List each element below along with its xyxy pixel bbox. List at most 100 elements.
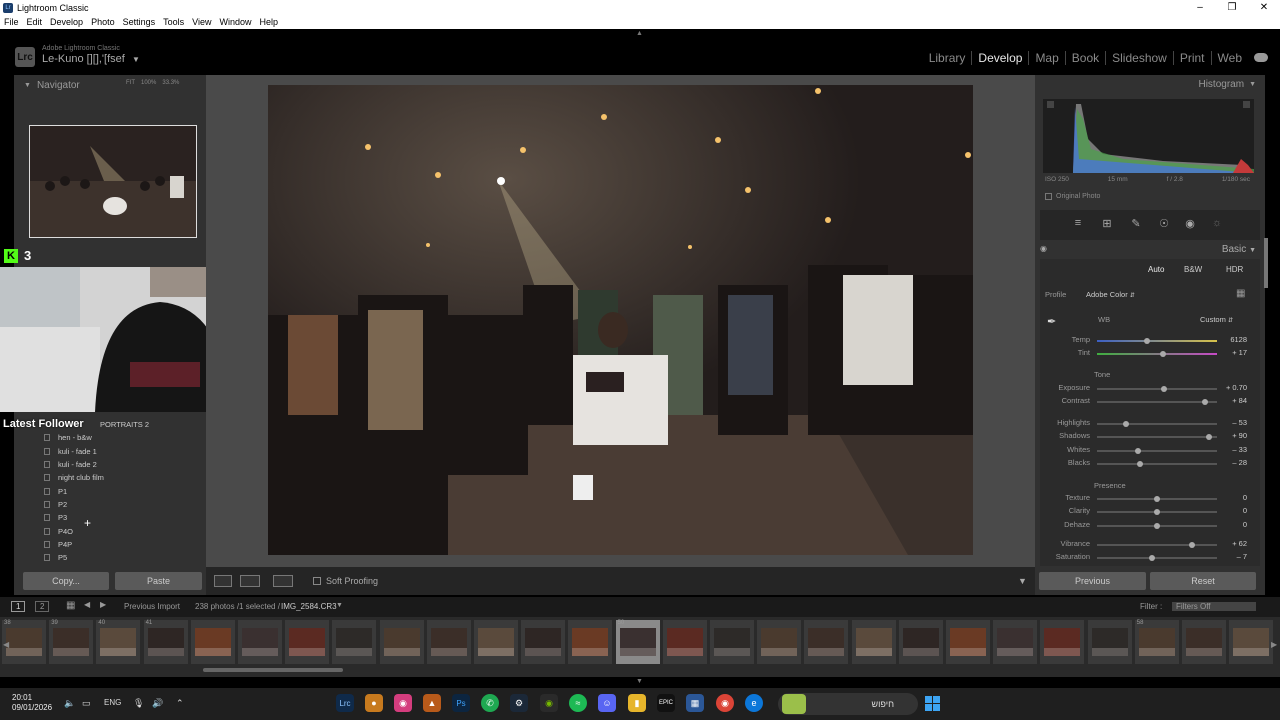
slider-knob[interactable] (1188, 542, 1195, 548)
menu-develop[interactable]: Develop (50, 17, 83, 27)
filter-dropdown[interactable]: Filters Off (1172, 602, 1256, 611)
filmstrip-thumbnail[interactable] (190, 620, 235, 664)
wb-dropdown[interactable]: Custom ⇵ (1200, 315, 1233, 324)
original-photo-checkbox[interactable] (1045, 193, 1052, 200)
filmstrip-thumbnail[interactable] (1087, 620, 1132, 664)
slider-value-texture[interactable]: 0 (1217, 493, 1247, 502)
spotify-taskbar-icon[interactable]: ≈ (569, 694, 587, 712)
filmstrip-thumbnail[interactable] (662, 620, 707, 664)
language-indicator[interactable]: ENG (104, 698, 121, 707)
source-label[interactable]: Previous Import (124, 602, 180, 611)
preset-group-header[interactable]: PORTRAITS 2 (44, 418, 204, 431)
filmstrip-thumbnail[interactable] (804, 620, 849, 664)
right-scrollbar[interactable] (1264, 238, 1268, 288)
slider-track-whites[interactable] (1097, 448, 1217, 454)
masking-icon[interactable]: ◉ (1184, 217, 1196, 230)
red-eye-icon[interactable]: ☉ (1158, 217, 1170, 230)
slider-value-contrast[interactable]: + 84 (1217, 396, 1247, 405)
tray-expand-icon[interactable]: ⌃ (176, 698, 184, 709)
microphone-icon[interactable]: 🎙 (133, 698, 144, 709)
slider-value-tint[interactable]: + 17 (1217, 348, 1247, 357)
filmstrip-thumbnail[interactable] (993, 620, 1038, 664)
slider-value-blacks[interactable]: – 28 (1217, 458, 1247, 467)
slider-value-shadows[interactable]: + 90 (1217, 431, 1247, 440)
slider-value-dehaze[interactable]: 0 (1217, 520, 1247, 529)
crop-icon[interactable]: ⊞ (1101, 217, 1113, 230)
app-taskbar-icon[interactable]: ◉ (394, 694, 412, 712)
preset-item[interactable]: hen - b&w (44, 431, 204, 444)
filmstrip-thumbnail[interactable]: 41 (143, 620, 188, 664)
screen-1-button[interactable]: 1 (11, 601, 26, 612)
nvidia-taskbar-icon[interactable]: ◉ (540, 694, 558, 712)
before-after-icon[interactable] (240, 575, 260, 587)
toolbar-menu-icon[interactable]: ▼ (1018, 576, 1027, 586)
module-print[interactable]: Print (1174, 51, 1212, 65)
menu-edit[interactable]: Edit (27, 17, 43, 27)
epic-taskbar-icon[interactable]: EPIC (657, 694, 675, 712)
slider-track-tint[interactable] (1097, 351, 1217, 357)
slider-track-blacks[interactable] (1097, 461, 1217, 467)
slider-track-dehaze[interactable] (1097, 523, 1217, 529)
preset-item[interactable]: P2 (44, 498, 204, 511)
lightroom-taskbar-icon[interactable]: Lrc (336, 694, 354, 712)
slider-track-highlights[interactable] (1097, 421, 1217, 427)
profile-dropdown[interactable]: Adobe Color ⇵ (1086, 290, 1135, 299)
loupe-view-icon[interactable] (214, 575, 232, 587)
filmstrip-thumbnail[interactable] (568, 620, 613, 664)
module-book[interactable]: Book (1066, 51, 1107, 65)
zoom-100[interactable]: 100% (141, 80, 156, 86)
copy-button[interactable]: Copy... (23, 572, 109, 590)
volume-icon[interactable]: 🔈 (64, 698, 75, 709)
slider-knob[interactable] (1160, 351, 1166, 357)
identity-caret-icon[interactable]: ▼ (132, 55, 140, 64)
screen-2-button[interactable]: 2 (35, 601, 50, 612)
preset-item[interactable]: P4O (44, 524, 204, 537)
collapse-bottom-icon[interactable]: ▼ (636, 678, 643, 685)
slider-knob[interactable] (1154, 496, 1160, 502)
histogram-header[interactable]: Histogram ▼ (1198, 79, 1256, 90)
preset-item[interactable]: P3 (44, 511, 204, 524)
filename[interactable]: IMG_2584.CR3 (281, 602, 337, 611)
main-photo[interactable] (268, 85, 973, 555)
preset-item[interactable]: P5 (44, 551, 204, 564)
filmstrip-thumbnail[interactable]: 39 (49, 620, 94, 664)
slider-track-texture[interactable] (1097, 496, 1217, 502)
slider-value-highlights[interactable]: – 53 (1217, 418, 1247, 427)
healing-icon[interactable]: ✎ (1130, 217, 1142, 230)
close-icon[interactable]: ✕ (1248, 0, 1280, 15)
soft-proofing[interactable]: Soft Proofing (313, 576, 378, 586)
app-taskbar-icon[interactable]: ● (365, 694, 383, 712)
filmstrip-thumbnail[interactable] (474, 620, 518, 664)
preset-item[interactable]: kuli - fade 2 (44, 458, 204, 471)
filmstrip-thumbnail[interactable]: 58 (1134, 620, 1179, 664)
slider-knob[interactable] (1122, 421, 1129, 427)
paste-button[interactable]: Paste (115, 572, 202, 590)
filmstrip-thumbnail[interactable] (285, 620, 330, 664)
filmstrip-thumbnail[interactable] (757, 620, 802, 664)
zoom-fit[interactable]: FIT (126, 80, 135, 86)
slider-knob[interactable] (1205, 434, 1212, 440)
restore-icon[interactable]: ❐ (1216, 0, 1248, 15)
slider-value-saturation[interactable]: – 7 (1217, 552, 1247, 561)
slider-track-saturation[interactable] (1097, 555, 1217, 561)
filmstrip-thumbnail[interactable] (710, 620, 754, 664)
menu-help[interactable]: Help (260, 17, 279, 27)
eye-icon[interactable]: ◉ (1040, 244, 1047, 253)
navigator-preview[interactable] (29, 125, 197, 238)
module-map[interactable]: Map (1029, 51, 1066, 65)
photoshop-taskbar-icon[interactable]: Ps (452, 694, 470, 712)
slider-knob[interactable] (1134, 448, 1141, 454)
forward-arrow-icon[interactable]: ▶ (100, 600, 106, 609)
menu-file[interactable]: File (4, 17, 19, 27)
cloud-icon[interactable] (1254, 53, 1268, 62)
filmstrip-thumbnail[interactable]: 40 (96, 620, 141, 664)
slider-knob[interactable] (1154, 523, 1160, 529)
slider-track-exposure[interactable] (1097, 386, 1217, 392)
filmstrip-right-icon[interactable]: ▶ (1271, 640, 1277, 649)
auto-button[interactable]: Auto (1148, 265, 1164, 274)
filmstrip-thumbnail[interactable] (851, 620, 896, 664)
module-slideshow[interactable]: Slideshow (1106, 51, 1174, 65)
preset-item[interactable]: P4P (44, 538, 204, 551)
previous-button[interactable]: Previous (1039, 572, 1146, 590)
back-arrow-icon[interactable]: ◀ (84, 600, 90, 609)
